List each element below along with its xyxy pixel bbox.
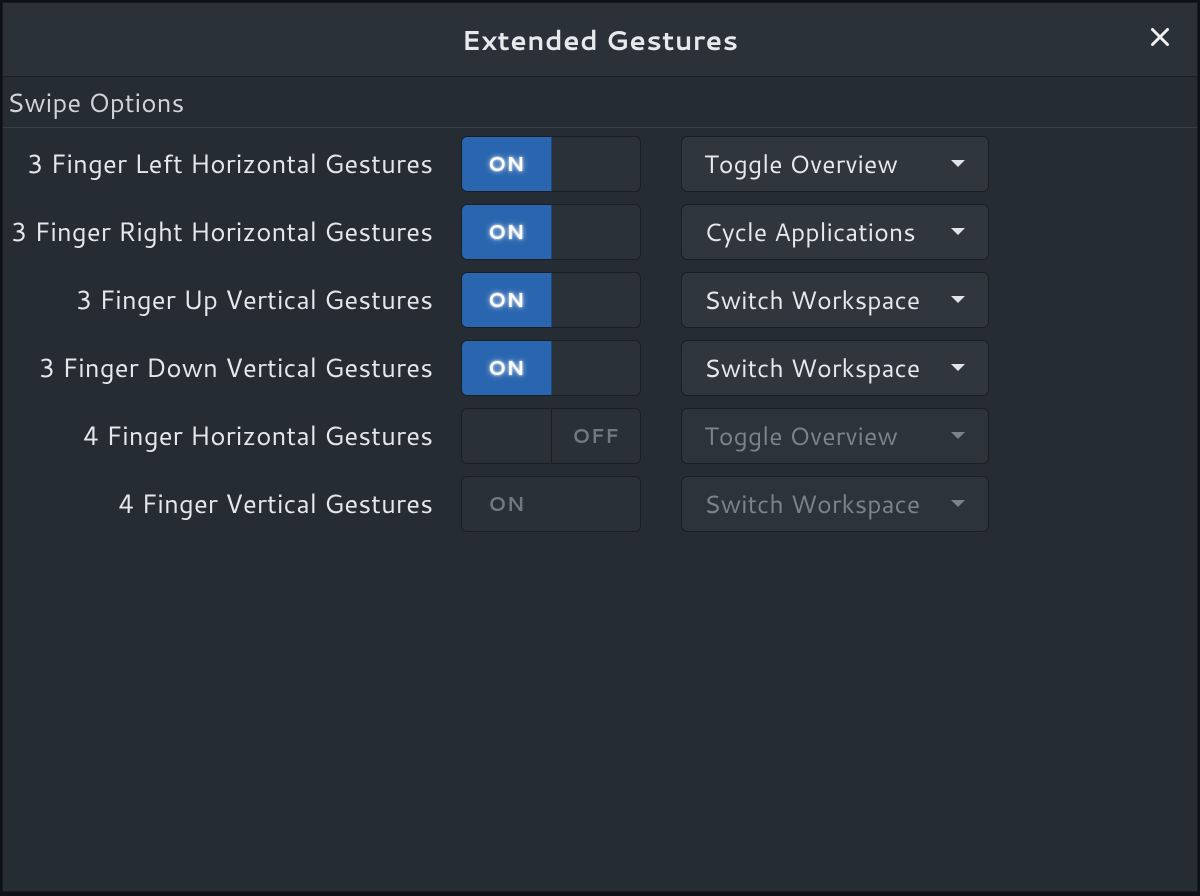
dropdown-value: Switch Workspace (704, 351, 920, 386)
toggle-switch[interactable]: OFF (461, 408, 641, 464)
action-dropdown[interactable]: Switch Workspace (681, 340, 989, 396)
settings-rows: 3 Finger Left Horizontal Gestures ON Tog… (3, 128, 1197, 538)
chevron-down-icon (950, 226, 966, 238)
toggle-on-side: ON (462, 205, 552, 259)
content-area: Swipe Options 3 Finger Left Horizontal G… (3, 77, 1197, 891)
setting-label: 3 Finger Right Horizontal Gestures (3, 214, 461, 250)
toggle-switch[interactable]: ON (461, 136, 641, 192)
chevron-down-icon (950, 294, 966, 306)
dropdown-value: Toggle Overview (704, 147, 898, 182)
setting-label: 4 Finger Vertical Gestures (3, 486, 461, 522)
action-dropdown[interactable]: Cycle Applications (681, 204, 989, 260)
setting-row: 3 Finger Up Vertical Gestures ON Switch … (3, 266, 1197, 334)
toggle-on-side: ON (462, 137, 552, 191)
toggle-on-side (462, 409, 552, 463)
chevron-down-icon (950, 430, 966, 442)
chevron-down-icon (950, 362, 966, 374)
chevron-down-icon (950, 158, 966, 170)
action-dropdown[interactable]: Switch Workspace (681, 272, 989, 328)
dropdown-value: Toggle Overview (704, 419, 898, 454)
close-icon (1150, 27, 1170, 53)
setting-row: 3 Finger Left Horizontal Gestures ON Tog… (3, 130, 1197, 198)
toggle-off-side (551, 477, 640, 531)
chevron-down-icon (950, 498, 966, 510)
toggle-switch[interactable]: ON (461, 476, 641, 532)
toggle-switch[interactable]: ON (461, 272, 641, 328)
close-button[interactable] (1143, 23, 1177, 57)
setting-label: 3 Finger Down Vertical Gestures (3, 350, 461, 386)
toggle-on-side: ON (462, 341, 552, 395)
window-title: Extended Gestures (462, 20, 739, 59)
action-dropdown: Toggle Overview (681, 408, 989, 464)
section-heading: Swipe Options (3, 77, 1197, 128)
toggle-off-side (552, 273, 641, 327)
toggle-off-side: OFF (552, 409, 641, 463)
titlebar: Extended Gestures (3, 3, 1197, 77)
setting-label: 3 Finger Up Vertical Gestures (3, 282, 461, 318)
action-dropdown: Switch Workspace (681, 476, 989, 532)
setting-row: 4 Finger Horizontal Gestures OFF Toggle … (3, 402, 1197, 470)
toggle-off-side (552, 205, 641, 259)
setting-label: 4 Finger Horizontal Gestures (3, 418, 461, 454)
toggle-off-side (552, 341, 641, 395)
action-dropdown[interactable]: Toggle Overview (681, 136, 989, 192)
setting-label: 3 Finger Left Horizontal Gestures (3, 146, 461, 182)
dropdown-value: Switch Workspace (704, 283, 920, 318)
toggle-switch[interactable]: ON (461, 204, 641, 260)
setting-row: 3 Finger Down Vertical Gestures ON Switc… (3, 334, 1197, 402)
dropdown-value: Cycle Applications (704, 215, 916, 250)
setting-row: 3 Finger Right Horizontal Gestures ON Cy… (3, 198, 1197, 266)
window: Extended Gestures Swipe Options 3 Finger… (2, 2, 1198, 892)
setting-row: 4 Finger Vertical Gestures ON Switch Wor… (3, 470, 1197, 538)
toggle-on-side: ON (462, 477, 551, 531)
dropdown-value: Switch Workspace (704, 487, 920, 522)
toggle-off-side (552, 137, 641, 191)
toggle-switch[interactable]: ON (461, 340, 641, 396)
toggle-on-side: ON (462, 273, 552, 327)
